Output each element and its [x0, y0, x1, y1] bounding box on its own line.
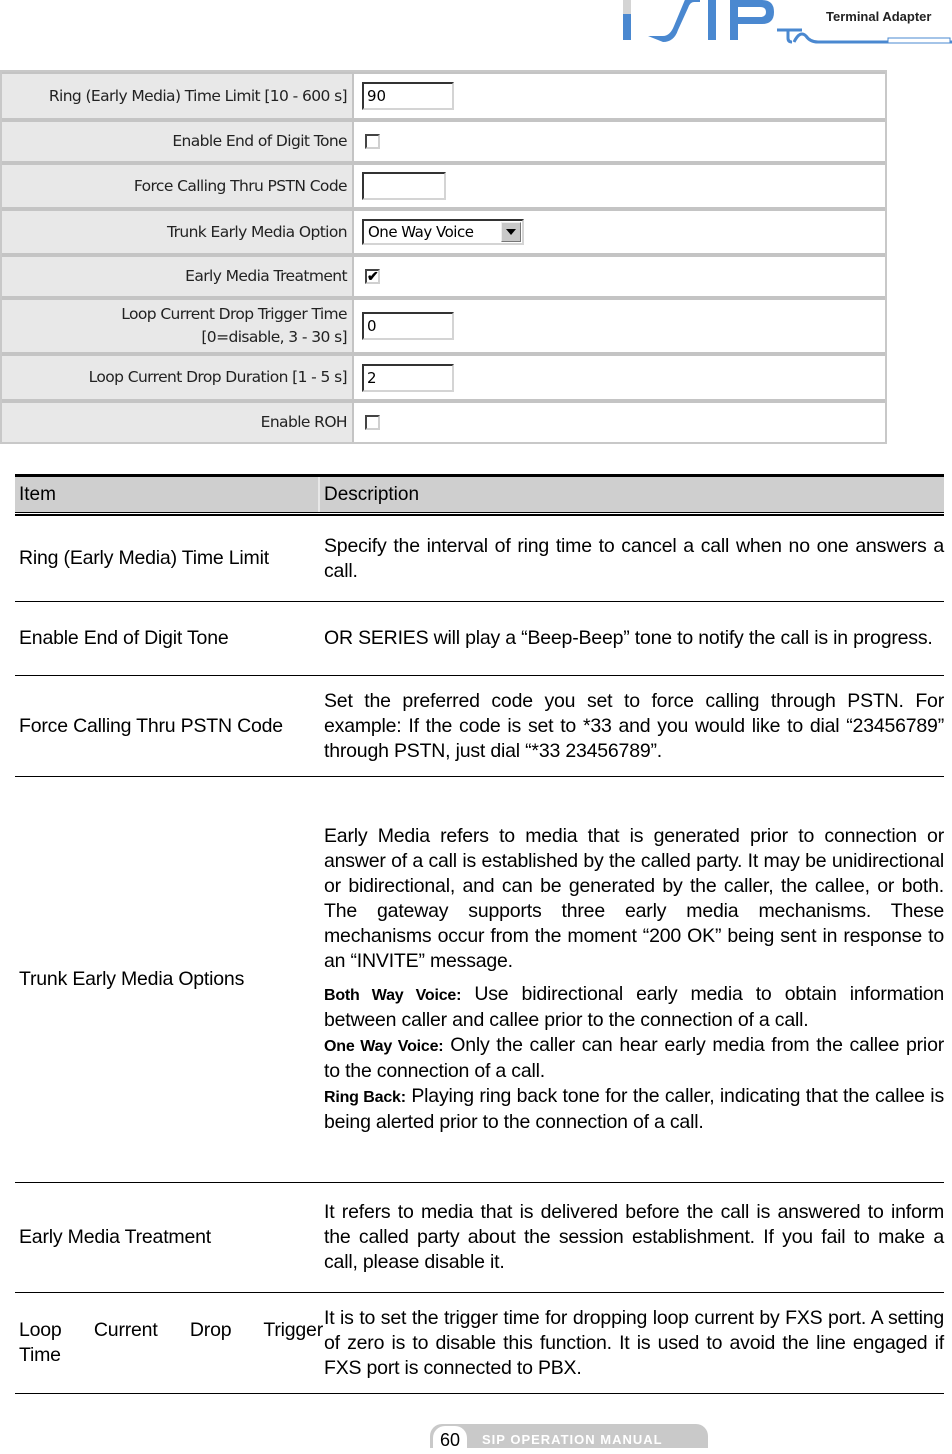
- option-text: Playing ring back tone for the caller, i…: [324, 1085, 944, 1133]
- row-description: It refers to media that is delivered bef…: [323, 1183, 944, 1292]
- table-row: Force Calling Thru PSTN Code Set the pre…: [15, 676, 944, 777]
- settings-form: Ring (Early Media) Time Limit [10 - 600 …: [0, 70, 887, 444]
- checkmark-icon: ✔: [367, 268, 379, 284]
- enable-roh-checkbox[interactable]: [365, 415, 380, 430]
- row-item: Early Media Treatment: [19, 1226, 211, 1248]
- form-value: One Way Voice: [354, 209, 885, 255]
- form-label: Enable ROH: [2, 401, 354, 442]
- option-name: Both Way Voice:: [324, 987, 462, 1004]
- table-row: Loop Current Drop Trigger Time It is to …: [15, 1293, 944, 1394]
- row-item: Force Calling Thru PSTN Code: [19, 714, 283, 737]
- form-value: [354, 72, 885, 120]
- form-value: [354, 401, 885, 442]
- table-row: Enable End of Digit Tone OR SERIES will …: [15, 602, 944, 676]
- row-item: Loop Current Drop Trigger Time: [19, 1319, 323, 1366]
- row-description: Set the preferred code you set to force …: [323, 676, 944, 776]
- form-value: [354, 354, 885, 401]
- row-description: Early Media refers to media that is gene…: [323, 777, 944, 1182]
- loop-drop-trigger-input[interactable]: [362, 312, 454, 340]
- description-text: OR SERIES will play a “Beep-Beep” tone t…: [324, 627, 933, 649]
- trunk-early-media-select[interactable]: One Way Voice: [362, 219, 524, 245]
- form-row-enable-roh: Enable ROH: [2, 401, 885, 442]
- form-label: Early Media Treatment: [2, 255, 354, 298]
- table-row: Ring (Early Media) Time Limit Specify th…: [15, 516, 944, 602]
- row-item: Enable End of Digit Tone: [19, 627, 229, 649]
- form-label: Trunk Early Media Option: [2, 209, 354, 255]
- manual-title: SIP OPERATION MANUAL: [482, 1432, 663, 1447]
- form-value: [354, 120, 885, 163]
- row-description: Specify the interval of ring time to can…: [323, 516, 944, 601]
- description-text: It refers to media that is delivered bef…: [324, 1201, 944, 1273]
- header-item: Item: [15, 477, 320, 512]
- header-description: Description: [324, 483, 420, 505]
- form-row-trunk-early-media: Trunk Early Media Option One Way Voice: [2, 209, 885, 255]
- option-both-way: Both Way Voice: Use bidirectional early …: [324, 982, 944, 1033]
- form-label-line1: Loop Current Drop Trigger Time: [121, 305, 347, 323]
- form-row-ring-time-limit: Ring (Early Media) Time Limit [10 - 600 …: [2, 72, 885, 120]
- page-footer: 60 SIP OPERATION MANUAL: [430, 1424, 708, 1450]
- description-text: Specify the interval of ring time to can…: [324, 534, 944, 582]
- description-text: Set the preferred code you set to force …: [324, 689, 944, 762]
- form-row-loop-drop-trigger: Loop Current Drop Trigger Time [0=disabl…: [2, 298, 885, 354]
- row-item: Trunk Early Media Options: [19, 968, 245, 990]
- row-description: OR SERIES will play a “Beep-Beep” tone t…: [323, 602, 944, 675]
- form-label: Loop Current Drop Trigger Time [0=disabl…: [2, 298, 354, 354]
- option-name: One Way Voice:: [324, 1038, 444, 1055]
- form-label: Enable End of Digit Tone: [2, 120, 354, 163]
- form-label-line2: [0=disable, 3 - 30 s]: [201, 328, 347, 346]
- form-row-end-of-digit-tone: Enable End of Digit Tone: [2, 120, 885, 163]
- form-label: Ring (Early Media) Time Limit [10 - 600 …: [2, 72, 354, 120]
- table-row: Early Media Treatment It refers to media…: [15, 1183, 944, 1293]
- form-row-force-pstn-code: Force Calling Thru PSTN Code: [2, 163, 885, 209]
- option-ring-back: Ring Back: Playing ring back tone for th…: [324, 1084, 944, 1135]
- row-item: Ring (Early Media) Time Limit: [19, 547, 269, 569]
- description-text: It is to set the trigger time for droppi…: [324, 1306, 944, 1379]
- form-row-early-media-treatment: Early Media Treatment ✔: [2, 255, 885, 298]
- option-one-way: One Way Voice: Only the caller can hear …: [324, 1033, 944, 1084]
- page-number: 60: [433, 1426, 467, 1450]
- description-table: Item Description Ring (Early Media) Time…: [15, 474, 944, 1394]
- table-header: Item Description: [15, 474, 944, 512]
- form-value: [354, 298, 885, 354]
- form-label: Force Calling Thru PSTN Code: [2, 163, 354, 209]
- option-name: Ring Back:: [324, 1089, 406, 1106]
- form-row-loop-drop-duration: Loop Current Drop Duration [1 - 5 s]: [2, 354, 885, 401]
- loop-drop-duration-input[interactable]: [362, 363, 454, 392]
- row-description: It is to set the trigger time for droppi…: [323, 1293, 944, 1393]
- table-row: Trunk Early Media Options Early Media re…: [15, 777, 944, 1183]
- ring-time-limit-input[interactable]: [362, 82, 454, 110]
- chevron-down-icon[interactable]: [501, 222, 521, 242]
- form-label: Loop Current Drop Duration [1 - 5 s]: [2, 354, 354, 401]
- early-media-treatment-checkbox[interactable]: ✔: [365, 268, 380, 284]
- form-value: [354, 163, 885, 209]
- force-pstn-code-input[interactable]: [362, 172, 446, 200]
- description-text: Early Media refers to media that is gene…: [324, 825, 944, 972]
- end-of-digit-tone-checkbox[interactable]: [365, 134, 380, 149]
- form-value: ✔: [354, 255, 885, 298]
- logo-text: Terminal Adapter: [826, 9, 932, 24]
- select-value: One Way Voice: [368, 223, 474, 241]
